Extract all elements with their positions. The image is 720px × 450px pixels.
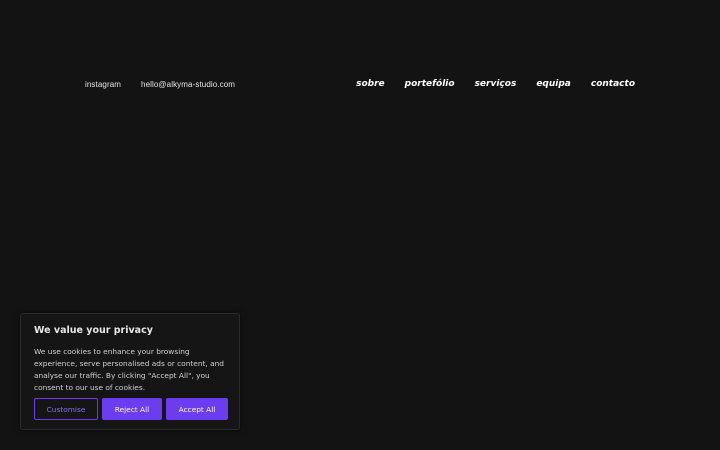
nav-item-portefolio[interactable]: portefólio	[405, 79, 455, 89]
instagram-link[interactable]: instagram	[85, 80, 121, 89]
nav-item-contacto[interactable]: contacto	[591, 79, 635, 89]
cookie-banner: We value your privacy We use cookies to …	[20, 313, 240, 430]
accept-all-button[interactable]: Accept All	[166, 398, 228, 420]
cookie-banner-text: We use cookies to enhance your browsing …	[34, 347, 225, 392]
nav-item-servicos[interactable]: serviços	[475, 79, 517, 89]
customise-button[interactable]: Customise	[34, 398, 98, 420]
email-link[interactable]: hello@alkyma-studio.com	[141, 80, 235, 89]
reject-all-button[interactable]: Reject All	[102, 398, 162, 420]
main-nav: sobre portefólio serviços equipa contact…	[356, 76, 635, 92]
header-left-links: instagram hello@alkyma-studio.com	[85, 76, 235, 92]
page: instagram hello@alkyma-studio.com sobre …	[0, 0, 720, 450]
cookie-banner-buttons: Customise Reject All Accept All	[34, 398, 228, 420]
cookie-banner-title: We value your privacy	[34, 325, 153, 336]
nav-item-sobre[interactable]: sobre	[356, 79, 385, 89]
header: instagram hello@alkyma-studio.com sobre …	[0, 76, 720, 92]
nav-item-equipa[interactable]: equipa	[536, 79, 571, 89]
